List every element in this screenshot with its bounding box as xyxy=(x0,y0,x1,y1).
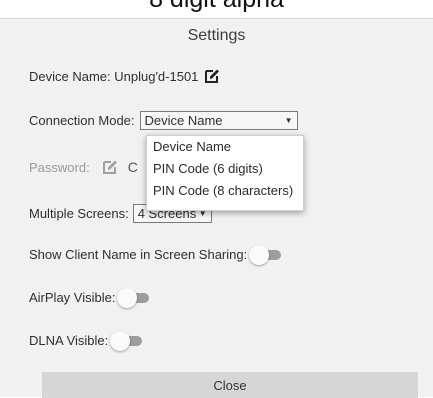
connection-mode-label: Connection Mode: xyxy=(29,113,135,128)
airplay-row: AirPlay Visible: xyxy=(29,287,151,308)
toggle-thumb xyxy=(117,287,138,308)
connection-mode-dropdown: Device Name PIN Code (6 digits) PIN Code… xyxy=(146,135,304,211)
password-label: Password: xyxy=(29,159,90,175)
caret-down-icon: ▼ xyxy=(284,116,293,125)
connection-mode-select[interactable]: Device Name ▼ xyxy=(139,111,298,130)
dlna-toggle[interactable] xyxy=(110,330,144,351)
dialog-title: Settings xyxy=(187,27,246,44)
toggle-thumb xyxy=(249,244,270,265)
dropdown-option-pin-8[interactable]: PIN Code (8 characters) xyxy=(147,180,303,202)
show-client-name-row: Show Client Name in Screen Sharing: xyxy=(29,244,283,265)
show-client-name-toggle[interactable] xyxy=(249,244,283,265)
top-caption: 8 digit alpha xyxy=(0,0,433,18)
multiple-screens-label: Multiple Screens: xyxy=(29,206,129,221)
connection-mode-row: Connection Mode: Device Name ▼ xyxy=(29,111,298,130)
edit-icon[interactable] xyxy=(204,68,220,84)
password-row: Password: C xyxy=(29,159,138,175)
dropdown-option-device-name[interactable]: Device Name xyxy=(147,136,303,158)
close-button[interactable]: Close xyxy=(42,372,418,398)
toggle-thumb xyxy=(110,330,131,351)
device-name-row: Device Name: Unplug'd-1501 xyxy=(29,68,220,84)
dlna-label: DLNA Visible: xyxy=(29,333,109,348)
connection-mode-value: Device Name xyxy=(144,113,223,128)
airplay-label: AirPlay Visible: xyxy=(29,290,116,305)
password-action-partial: C xyxy=(127,159,138,175)
caption-text: 8 digit alpha xyxy=(0,0,433,14)
show-client-name-label: Show Client Name in Screen Sharing: xyxy=(29,247,248,262)
edit-icon xyxy=(102,160,117,174)
dropdown-option-pin-6[interactable]: PIN Code (6 digits) xyxy=(147,158,303,180)
airplay-toggle[interactable] xyxy=(117,287,151,308)
device-name-label: Device Name: Unplug'd-1501 xyxy=(29,68,199,84)
dlna-row: DLNA Visible: xyxy=(29,330,144,351)
